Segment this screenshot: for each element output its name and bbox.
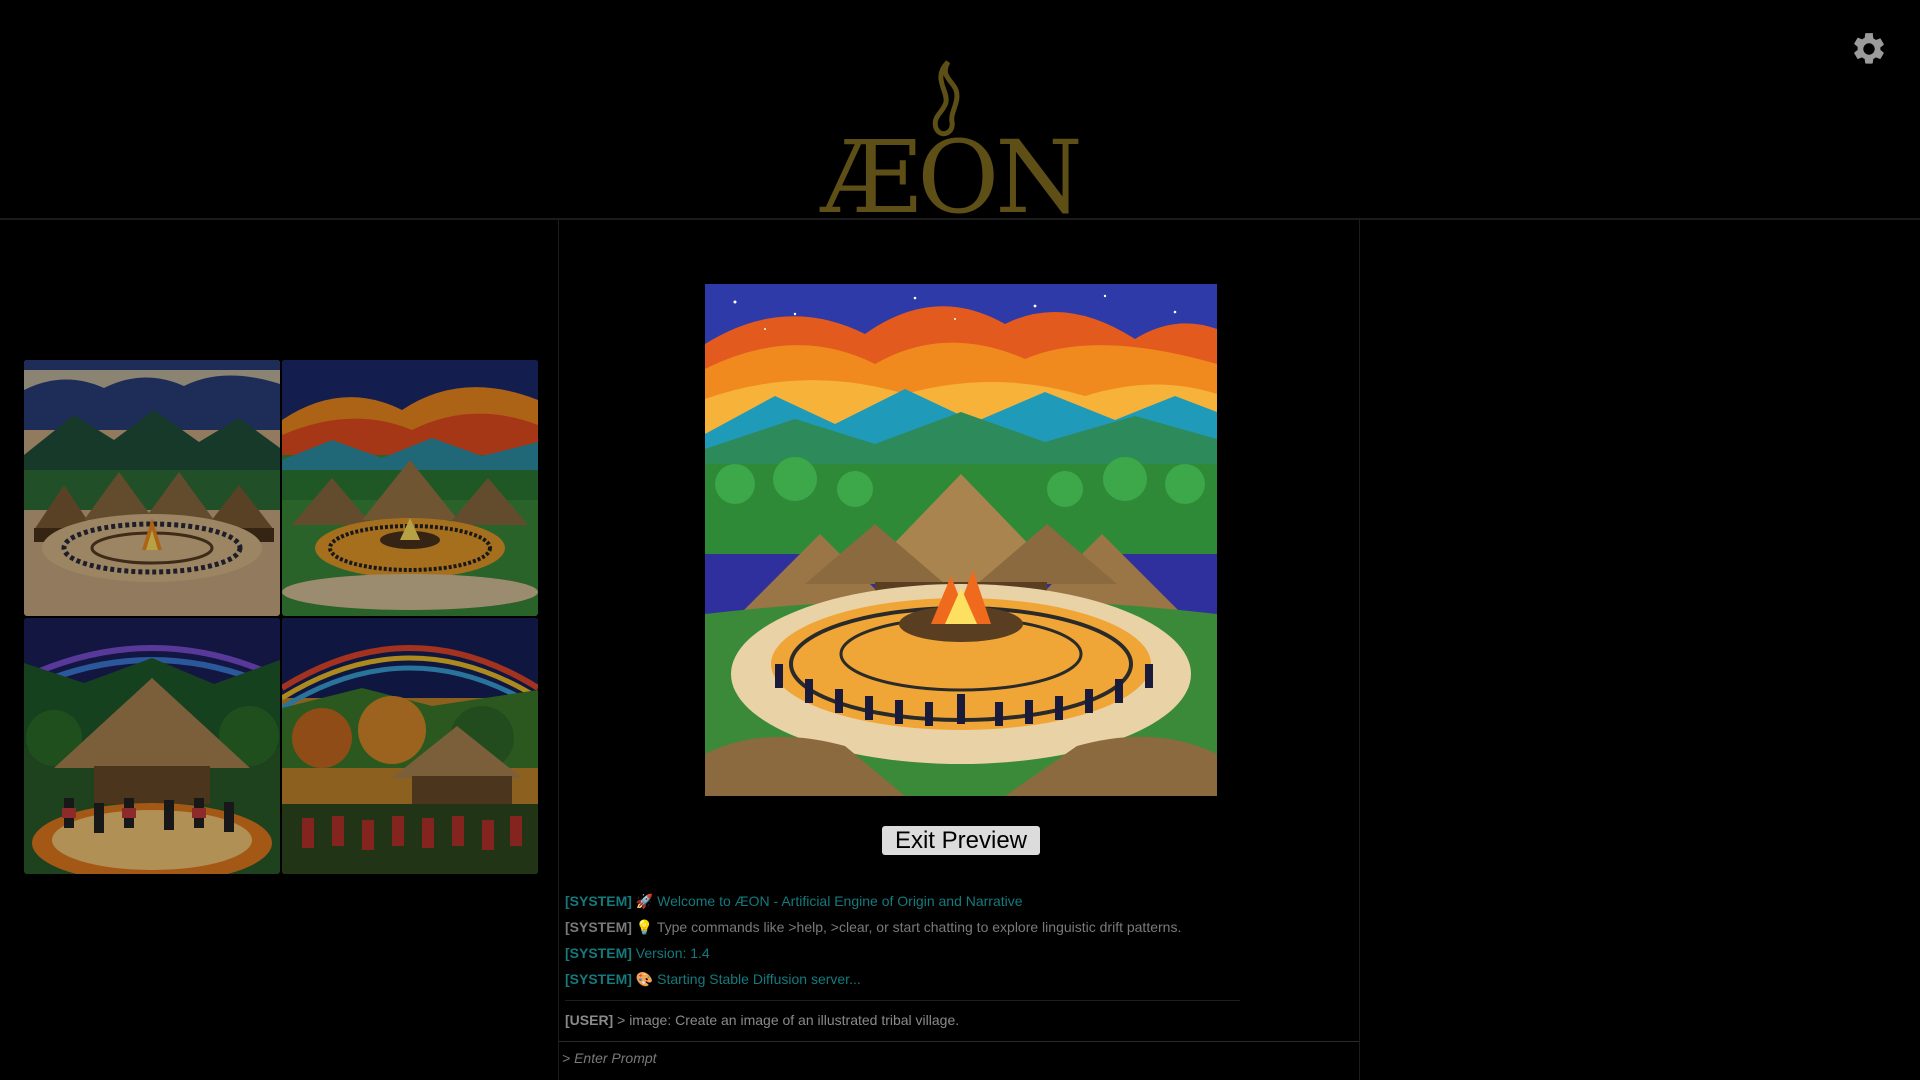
log-text: Starting Stable Diffusion server...: [657, 971, 861, 987]
log-text: Type commands like >help, >clear, or sta…: [656, 919, 1182, 935]
aeon-logo: ÆON: [800, 52, 1100, 236]
logo-text: ÆON: [819, 119, 1079, 224]
log-tag: [SYSTEM]: [565, 971, 632, 987]
exit-preview-button[interactable]: Exit Preview: [882, 826, 1040, 855]
user-tag: [USER]: [565, 1012, 614, 1028]
log-message: [SYSTEM] 🎨 Starting Stable Diffusion ser…: [565, 966, 1345, 992]
palette-icon: 🎨: [635, 971, 654, 987]
thumbnail-3[interactable]: [24, 618, 280, 874]
log-divider: [565, 1000, 1240, 1001]
app-header: ÆON: [0, 0, 1920, 236]
thumbnail-1[interactable]: [24, 360, 280, 616]
console-log: [SYSTEM] 🚀 Welcome to ÆON - Artificial E…: [565, 888, 1345, 1033]
log-text: Version: 1.4: [635, 945, 710, 961]
image-gallery: [0, 220, 558, 1080]
user-message: [USER] > image: Create an image of an il…: [565, 1007, 1345, 1033]
main-panel: Exit Preview [SYSTEM] 🚀 Welcome to ÆON -…: [558, 220, 1360, 1080]
log-message: [SYSTEM] Version: 1.4: [565, 940, 1345, 966]
log-message: [SYSTEM] 🚀 Welcome to ÆON - Artificial E…: [565, 888, 1345, 914]
rocket-icon: 🚀: [635, 893, 654, 909]
user-text: > image: Create an image of an illustrat…: [617, 1012, 960, 1028]
log-message: [SYSTEM] 💡 Type commands like >help, >cl…: [565, 914, 1345, 940]
log-tag: [SYSTEM]: [565, 919, 632, 935]
thumbnail-4[interactable]: [282, 618, 538, 874]
lightbulb-icon: 💡: [635, 919, 654, 935]
prompt-divider: [559, 1041, 1359, 1042]
thumbnail-2[interactable]: [282, 360, 538, 616]
log-text: Welcome to ÆON - Artificial Engine of Or…: [657, 893, 1023, 909]
gear-icon[interactable]: [1850, 30, 1888, 68]
right-panel: [1360, 220, 1920, 1080]
log-tag: [SYSTEM]: [565, 893, 632, 909]
image-preview: [705, 284, 1217, 796]
prompt-input[interactable]: [559, 1043, 1345, 1073]
log-tag: [SYSTEM]: [565, 945, 632, 961]
